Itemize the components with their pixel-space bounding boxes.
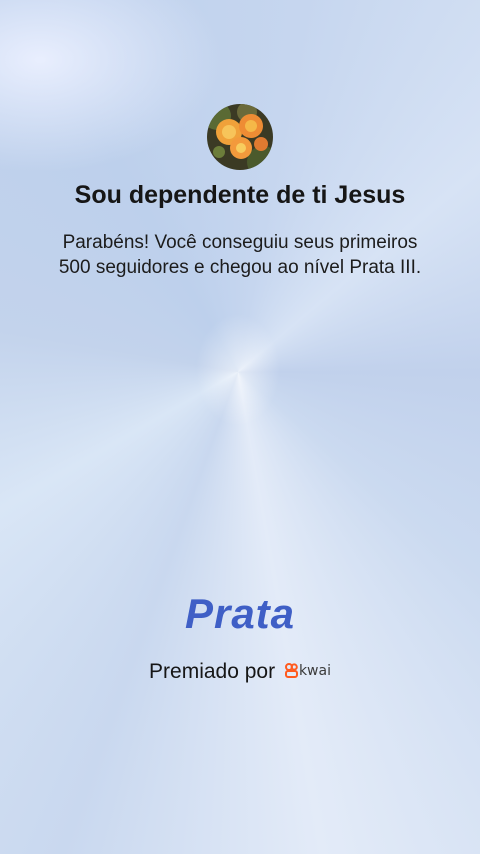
background-light-burst [150,250,330,450]
kwai-logo: kwai [284,658,331,682]
achievement-screen: Sou dependente de ti Jesus Parabéns! Voc… [0,0,480,854]
congratulations-message: Parabéns! Você conseguiu seus primeiros … [58,232,422,278]
awarded-by: Premiado por kwai [0,660,480,684]
profile-name: Sou dependente de ti Jesus [74,181,406,209]
avatar [207,104,273,170]
flower-photo-avatar-icon [207,104,273,170]
awarded-by-label: Premiado por [149,660,276,683]
kwai-logo-icon [284,663,298,679]
level-badge-text: Prata [184,590,296,637]
kwai-brand-text: kwai [298,662,331,679]
